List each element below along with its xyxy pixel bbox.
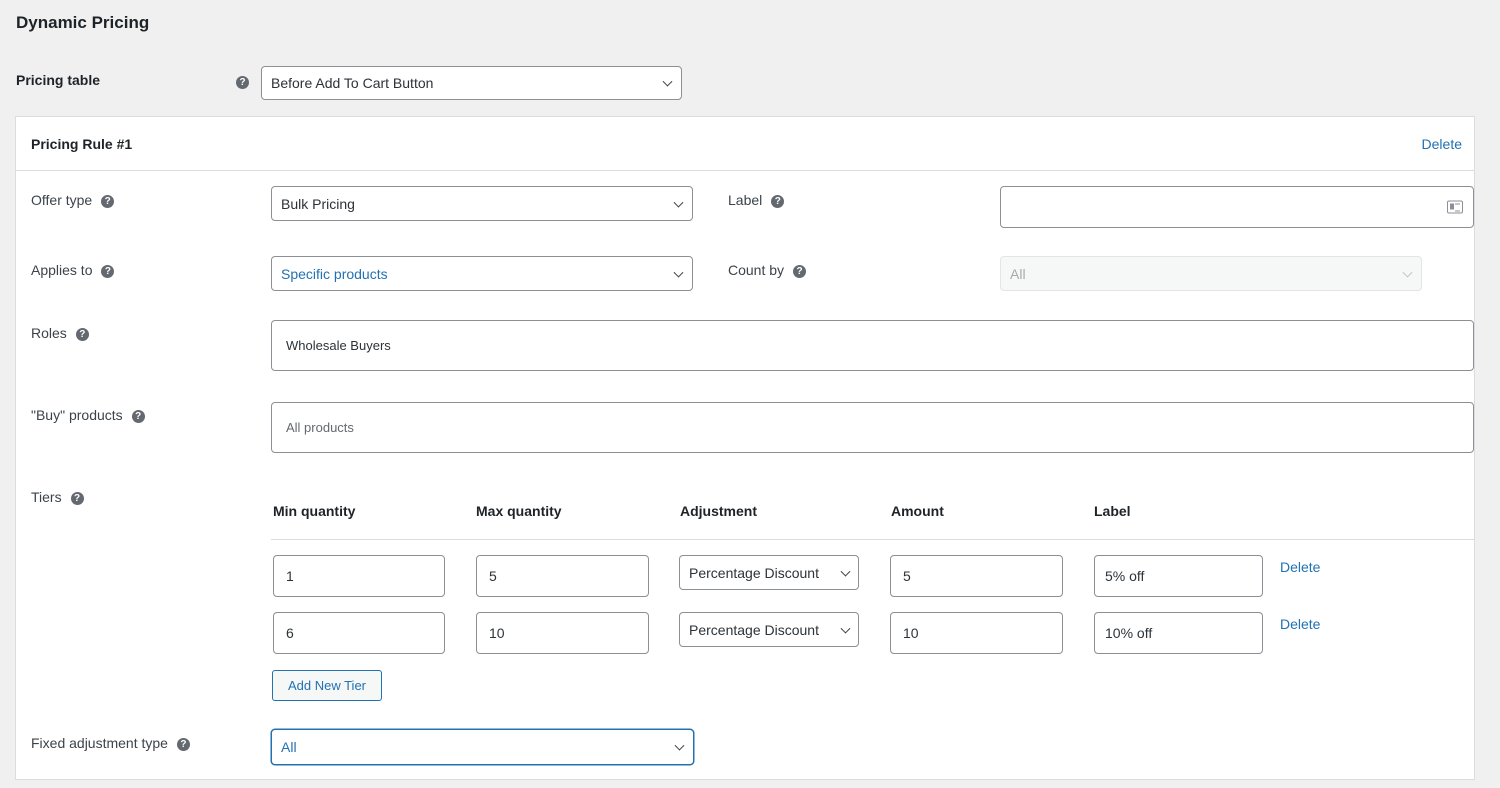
help-icon[interactable]: ? (771, 194, 785, 208)
delete-tier-link[interactable]: Delete (1280, 559, 1320, 575)
tier-max-input[interactable]: 10 (476, 612, 649, 654)
offer-type-select[interactable]: Bulk Pricing (271, 186, 693, 221)
add-new-tier-button[interactable]: Add New Tier (272, 670, 382, 701)
help-icon[interactable]: ? (176, 737, 190, 751)
pricing-rule-header: Pricing Rule #1 Delete (16, 117, 1474, 171)
tier-min-value: 6 (286, 625, 294, 641)
tier-max-input[interactable]: 5 (476, 555, 649, 597)
chevron-down-icon (673, 197, 684, 208)
tier-min-input[interactable]: 1 (273, 555, 445, 597)
applies-to-value: Specific products (281, 265, 388, 282)
tier-min-value: 1 (286, 568, 294, 584)
rule-label-label: Label? (728, 192, 785, 208)
chevron-down-icon (674, 740, 685, 751)
roles-text: Roles (31, 325, 67, 341)
page-title: Dynamic Pricing (16, 13, 150, 32)
tier-label-input[interactable]: 10% off (1094, 612, 1263, 654)
delete-rule-link[interactable]: Delete (1422, 136, 1462, 152)
offer-type-label: Offer type? (31, 192, 115, 208)
count-by-select: All (1000, 256, 1422, 291)
count-by-text: Count by (728, 262, 785, 278)
buy-products-label: "Buy" products? (31, 407, 145, 423)
rule-label-input[interactable] (1000, 186, 1474, 228)
tier-min-input[interactable]: 6 (273, 612, 445, 654)
tier-max-value: 5 (489, 568, 497, 584)
fixed-adjustment-type-text: Fixed adjustment type (31, 735, 168, 751)
tiers-header-label: Label (1094, 503, 1131, 519)
applies-to-text: Applies to (31, 262, 93, 278)
fixed-adjustment-type-value: All (281, 739, 297, 755)
tier-amount-input[interactable]: 5 (890, 555, 1063, 597)
applies-to-label: Applies to? (31, 262, 115, 278)
help-icon[interactable]: ? (101, 194, 115, 208)
roles-label: Roles? (31, 325, 89, 341)
tiers-header-amount: Amount (891, 503, 944, 519)
chevron-down-icon (662, 76, 673, 87)
tiers-text: Tiers (31, 489, 62, 505)
tier-amount-input[interactable]: 10 (890, 612, 1063, 654)
tier-amount-value: 5 (903, 568, 911, 584)
help-icon[interactable]: ? (236, 76, 249, 89)
chevron-down-icon (673, 267, 684, 278)
fixed-adjustment-type-select[interactable]: All (271, 729, 694, 765)
chevron-down-icon (1402, 267, 1413, 278)
tiers-header-adjustment: Adjustment (680, 503, 757, 519)
delete-tier-link[interactable]: Delete (1280, 616, 1320, 632)
pricing-table-label: Pricing table (16, 72, 101, 88)
help-icon[interactable]: ? (793, 264, 807, 278)
help-icon[interactable]: ? (70, 491, 84, 505)
buy-products-input[interactable]: All products (271, 402, 1474, 453)
tiers-header-min: Min quantity (273, 503, 356, 519)
buy-products-placeholder: All products (286, 420, 354, 435)
tiers-header-divider (271, 539, 1474, 540)
tiers-header-max: Max quantity (476, 503, 562, 519)
tier-max-value: 10 (489, 625, 505, 641)
contact-card-icon[interactable] (1447, 200, 1463, 214)
rule-label-text: Label (728, 192, 763, 208)
help-icon[interactable]: ? (131, 409, 145, 423)
help-icon[interactable]: ? (101, 264, 115, 278)
offer-type-value: Bulk Pricing (281, 195, 355, 212)
tiers-label: Tiers? (31, 489, 84, 505)
tier-adjustment-value: Percentage Discount (689, 564, 819, 581)
tier-amount-value: 10 (903, 625, 919, 641)
tier-label-input[interactable]: 5% off (1094, 555, 1263, 597)
count-by-value: All (1010, 265, 1026, 282)
chevron-down-icon (840, 566, 851, 577)
chevron-down-icon (840, 623, 851, 634)
tier-label-value: 10% off (1105, 625, 1153, 641)
tier-adjustment-select[interactable]: Percentage Discount (679, 612, 859, 647)
offer-type-text: Offer type (31, 192, 93, 208)
roles-value: Wholesale Buyers (286, 338, 391, 353)
pricing-rule-title: Pricing Rule #1 (31, 136, 133, 152)
count-by-label: Count by? (728, 262, 807, 278)
tier-adjustment-select[interactable]: Percentage Discount (679, 555, 859, 590)
roles-input[interactable]: Wholesale Buyers (271, 320, 1474, 371)
help-icon[interactable]: ? (75, 327, 89, 341)
tier-label-value: 5% off (1105, 568, 1145, 584)
buy-products-text: "Buy" products (31, 407, 123, 423)
pricing-table-value: Before Add To Cart Button (271, 75, 434, 91)
tier-adjustment-value: Percentage Discount (689, 621, 819, 638)
applies-to-select[interactable]: Specific products (271, 256, 693, 291)
fixed-adjustment-type-label: Fixed adjustment type? (31, 735, 190, 751)
pricing-table-select[interactable]: Before Add To Cart Button (261, 66, 682, 100)
